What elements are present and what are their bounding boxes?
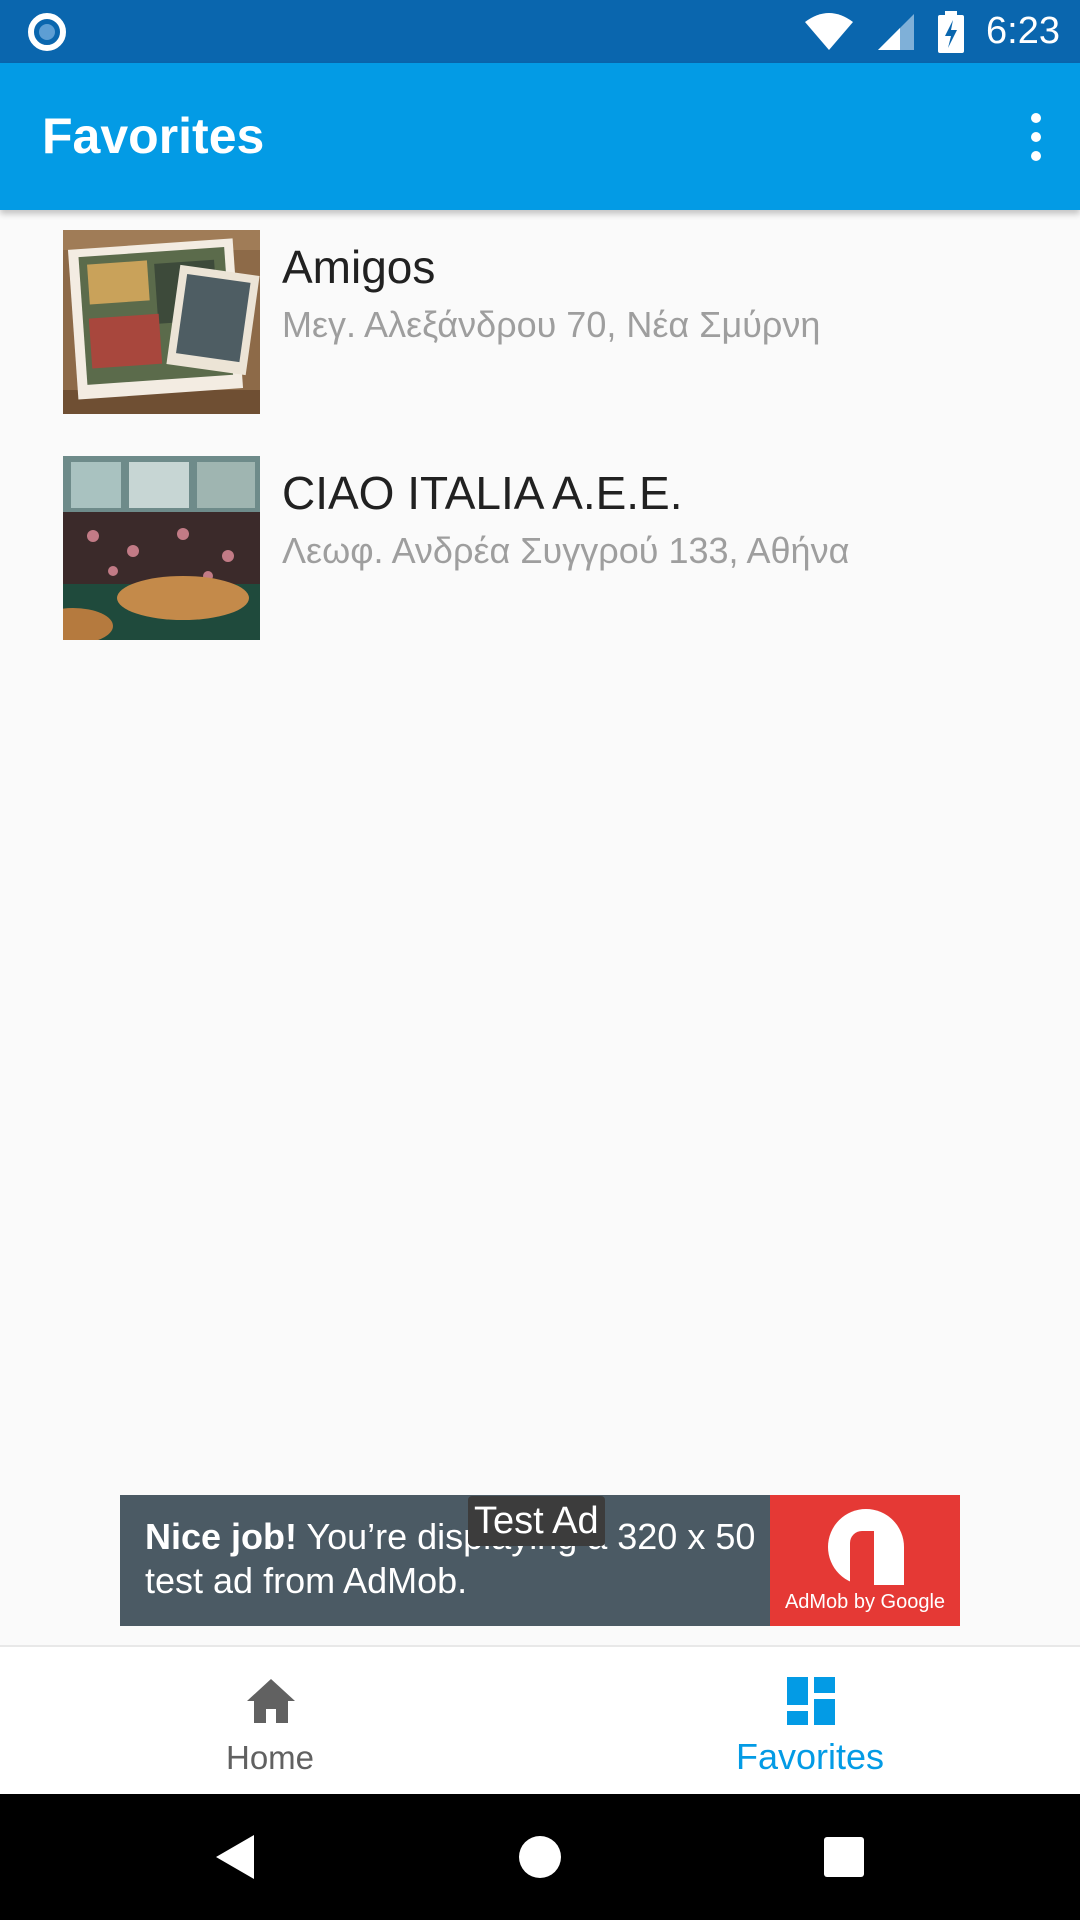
- battery-charging-icon: [938, 10, 965, 53]
- restaurant-thumbnail: [63, 230, 260, 414]
- cell-signal-icon: [878, 13, 915, 50]
- bottom-navigation: Home Favorites: [0, 1645, 1080, 1794]
- restaurant-address: Μεγ. Αλεξάνδρου 70, Νέα Σμύρνη: [282, 304, 821, 345]
- wifi-icon: [805, 12, 854, 50]
- favorites-list: Amigos Μεγ. Αλεξάνδρου 70, Νέα Σμύρνη CI…: [0, 212, 1080, 664]
- admob-logo-label: AdMob by Google: [784, 1591, 946, 1613]
- notification-circle-icon: [28, 13, 66, 51]
- nav-home-label: Home: [225, 1739, 315, 1776]
- ad-text: Nice job! You’re displaying a 320 x 50 t…: [145, 1515, 765, 1603]
- dashboard-icon: [787, 1677, 835, 1725]
- restaurant-address: Λεωφ. Ανδρέα Συγγρού 133, Αθήνα: [282, 530, 850, 571]
- home-circle-icon[interactable]: [480, 1794, 600, 1920]
- restaurant-thumbnail: [63, 456, 260, 640]
- status-bar: 6:23: [0, 0, 1080, 63]
- ad-headline-bold: Nice job!: [145, 1516, 298, 1557]
- nav-home[interactable]: Home: [0, 1647, 540, 1794]
- nav-favorites[interactable]: Favorites: [540, 1647, 1080, 1794]
- admob-logo: AdMob by Google: [770, 1495, 960, 1626]
- test-ad-badge: Test Ad: [468, 1496, 605, 1546]
- admob-logo-icon: [828, 1509, 904, 1585]
- app-bar: Favorites: [0, 63, 1080, 210]
- restaurant-name: Amigos: [282, 241, 436, 293]
- status-time: 6:23: [986, 10, 1060, 52]
- page-title: Favorites: [42, 108, 265, 164]
- list-item[interactable]: Amigos Μεγ. Αλεξάνδρου 70, Νέα Σμύρνη: [0, 212, 1080, 438]
- nav-favorites-label: Favorites: [735, 1736, 885, 1777]
- overflow-menu-icon[interactable]: [1026, 113, 1046, 161]
- status-icons: 6:23: [804, 0, 1060, 63]
- system-navigation-bar: [0, 1794, 1080, 1920]
- list-item[interactable]: CIAO ITALIA A.E.E. Λεωφ. Ανδρέα Συγγρού …: [0, 438, 1080, 664]
- back-icon[interactable]: [176, 1794, 296, 1920]
- home-icon: [247, 1679, 295, 1723]
- recents-icon[interactable]: [784, 1794, 904, 1920]
- restaurant-name: CIAO ITALIA A.E.E.: [282, 467, 683, 519]
